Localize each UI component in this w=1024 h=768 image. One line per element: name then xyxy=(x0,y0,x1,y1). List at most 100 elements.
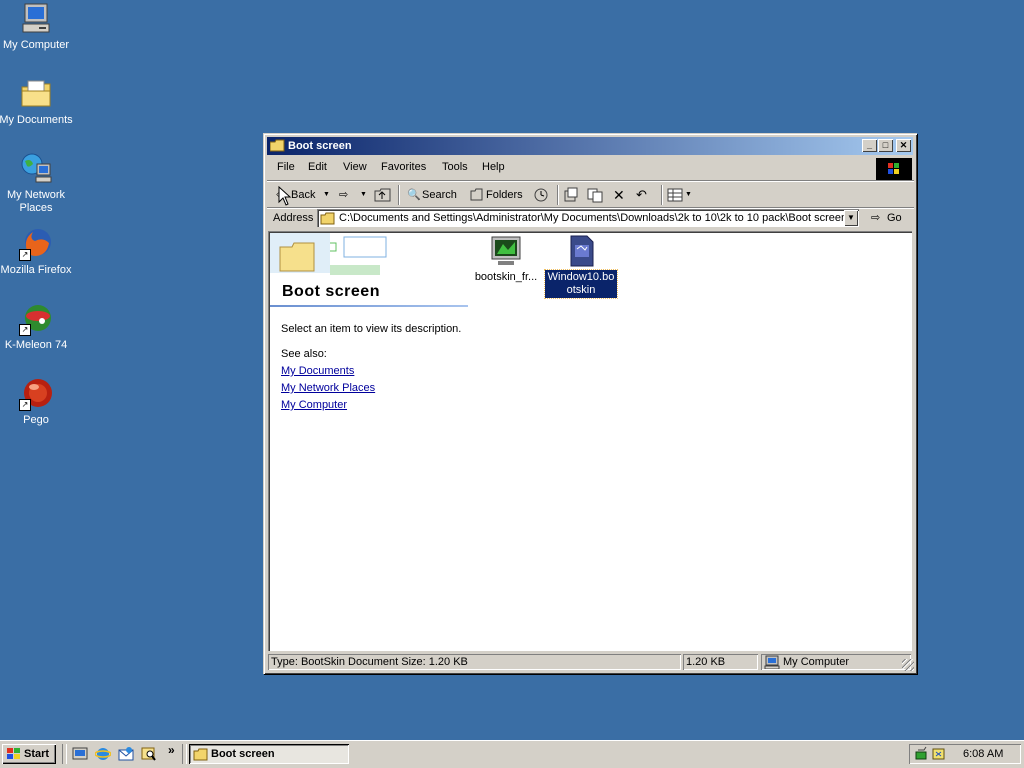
maximize-button[interactable]: □ xyxy=(878,139,893,152)
webview-description: Select an item to view its description. xyxy=(281,323,462,335)
back-label: Back xyxy=(291,189,316,201)
views-dropdown-icon: ▼ xyxy=(685,191,692,198)
file-item-selected[interactable]: Window10.bootskin xyxy=(544,235,618,299)
move-to-button[interactable] xyxy=(563,185,583,205)
desktop-icon-mozilla-firefox[interactable]: ↗ Mozilla Firefox xyxy=(0,227,74,277)
link-my-network-places[interactable]: My Network Places xyxy=(281,382,375,394)
documents-folder-icon xyxy=(19,77,53,111)
shortcut-arrow-icon: ↗ xyxy=(19,249,31,261)
quicklaunch-outlook[interactable] xyxy=(118,746,136,764)
go-button[interactable]: ⇨ Go xyxy=(867,209,907,227)
windows-logo-icon xyxy=(7,748,20,759)
menu-file[interactable]: File xyxy=(277,161,295,173)
desktop-icon-label: My Computer xyxy=(2,39,70,51)
k-meleon-icon: ↗ xyxy=(19,302,53,336)
history-icon xyxy=(534,188,548,202)
quicklaunch-search[interactable] xyxy=(141,746,159,764)
back-dropdown[interactable]: ▼ xyxy=(323,185,331,205)
shortcut-arrow-icon: ↗ xyxy=(19,324,31,336)
safely-remove-hardware-icon[interactable] xyxy=(914,746,930,762)
folders-label: Folders xyxy=(486,189,523,201)
separator xyxy=(398,185,400,205)
desktop-icon-my-network-places[interactable]: My Network Places xyxy=(0,152,74,215)
forward-arrow-icon: ⇨ xyxy=(339,189,349,201)
go-arrow-icon: ⇨ xyxy=(871,212,881,224)
taskbar: Start » Boot screen 6:08 AM xyxy=(0,740,1024,768)
copy-to-icon xyxy=(587,188,603,203)
system-tray: 6:08 AM xyxy=(909,744,1021,764)
explorer-window[interactable]: Boot screen _ □ ✕ File Edit View Favorit… xyxy=(263,133,917,674)
file-item[interactable]: bootskin_fr... xyxy=(469,235,543,283)
maximize-icon: □ xyxy=(882,140,889,150)
link-my-documents[interactable]: My Documents xyxy=(281,365,354,377)
quicklaunch-ie[interactable] xyxy=(94,746,113,764)
close-button[interactable]: ✕ xyxy=(896,139,911,152)
taskbar-button-boot-screen[interactable]: Boot screen xyxy=(189,744,349,764)
history-button[interactable] xyxy=(533,185,553,205)
chevron-down-icon: ▼ xyxy=(847,213,855,222)
delete-button[interactable]: ✕ xyxy=(613,185,631,205)
internet-explorer-icon xyxy=(94,748,112,760)
desktop-icon-label: My Network Places xyxy=(6,189,66,214)
address-value[interactable]: C:\Documents and Settings\Administrator\… xyxy=(339,212,847,224)
link-my-computer[interactable]: My Computer xyxy=(281,399,347,411)
desktop-icon-my-documents[interactable]: My Documents xyxy=(0,77,74,127)
menu-tools[interactable]: Tools xyxy=(442,161,468,173)
status-type-size: Type: BootSkin Document Size: 1.20 KB xyxy=(268,654,681,670)
title-bar[interactable]: Boot screen _ □ ✕ xyxy=(267,137,913,155)
quicklaunch-show-desktop[interactable] xyxy=(72,746,90,764)
minimize-button[interactable]: _ xyxy=(862,139,877,152)
bootskin-document-icon xyxy=(570,235,594,267)
desktop-icon-label: Mozilla Firefox xyxy=(0,264,72,276)
folders-icon xyxy=(470,188,483,201)
search-label: Search xyxy=(422,189,457,201)
undo-icon: ↶ xyxy=(636,187,647,202)
desktop-icon-k-meleon[interactable]: ↗ K-Meleon 74 xyxy=(0,302,74,352)
network-icon xyxy=(19,152,53,186)
address-field[interactable]: C:\Documents and Settings\Administrator\… xyxy=(317,209,859,227)
menu-bar: File Edit View Favorites Tools Help xyxy=(267,158,875,178)
search-button[interactable]: 🔍 Search xyxy=(405,185,461,205)
network-connection-icon[interactable] xyxy=(932,746,946,762)
outlook-express-icon xyxy=(118,747,134,761)
desktop-icon-label: Pego xyxy=(23,414,49,426)
up-folder-button[interactable] xyxy=(374,185,394,205)
taskbar-separator xyxy=(182,744,187,764)
webview-panel: Boot screen Select an item to view its d… xyxy=(270,233,470,633)
pego-icon: ↗ xyxy=(19,377,53,411)
copy-to-button[interactable] xyxy=(587,185,607,205)
address-dropdown-button[interactable]: ▼ xyxy=(844,210,858,226)
folders-button[interactable]: Folders xyxy=(468,185,526,205)
start-button[interactable]: Start xyxy=(2,744,56,764)
desktop-icon-pego[interactable]: ↗ Pego xyxy=(0,377,74,427)
clock[interactable]: 6:08 AM xyxy=(963,748,1003,760)
resize-grip[interactable] xyxy=(902,659,914,671)
bootskin-app-icon xyxy=(491,236,521,265)
menu-help[interactable]: Help xyxy=(482,161,505,173)
search-icon: 🔍 xyxy=(407,189,421,201)
webview-title-underline xyxy=(270,305,468,307)
show-desktop-icon xyxy=(72,747,88,760)
separator xyxy=(661,185,663,205)
menu-view[interactable]: View xyxy=(343,161,367,173)
forward-dropdown[interactable]: ▼ xyxy=(360,185,368,205)
toolbar: ⇦ Back ▼ ⇨ ▼ 🔍 Search Folders ✕ ↶ xyxy=(267,183,914,207)
status-zone-label: My Computer xyxy=(783,656,850,668)
taskbar-button-label: Boot screen xyxy=(211,748,275,760)
see-also-label: See also: xyxy=(281,348,327,360)
mouse-cursor-icon xyxy=(278,186,292,206)
menu-edit[interactable]: Edit xyxy=(308,161,327,173)
quicklaunch-chevron[interactable]: » xyxy=(168,743,175,757)
folder-view[interactable]: Boot screen Select an item to view its d… xyxy=(268,231,912,651)
views-button[interactable]: ▼ xyxy=(667,185,693,205)
address-label: Address xyxy=(273,212,314,224)
delete-icon: ✕ xyxy=(613,187,625,203)
menu-favorites[interactable]: Favorites xyxy=(381,161,426,173)
folder-banner-icon xyxy=(270,233,390,281)
forward-button[interactable]: ⇨ xyxy=(339,185,355,205)
window-title: Boot screen xyxy=(288,140,352,152)
folder-icon xyxy=(193,748,208,761)
start-label: Start xyxy=(24,748,50,760)
undo-button[interactable]: ↶ xyxy=(636,185,656,205)
desktop-icon-my-computer[interactable]: My Computer xyxy=(0,2,74,52)
